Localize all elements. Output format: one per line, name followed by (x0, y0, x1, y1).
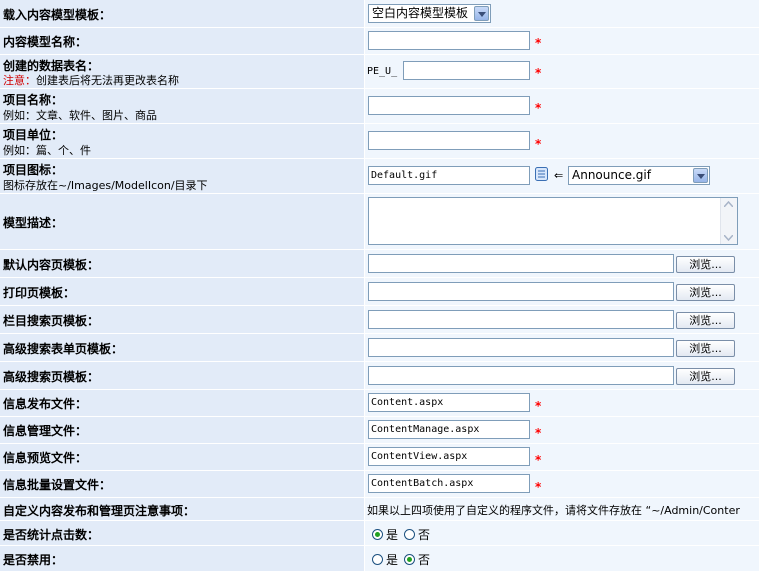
click-count-yes-radio[interactable] (372, 529, 383, 540)
chevron-down-icon (474, 6, 489, 21)
chevron-down-icon (693, 168, 708, 183)
table-name-input[interactable] (403, 61, 530, 80)
disabled-yes-radio[interactable] (372, 554, 383, 565)
icon-select[interactable]: Announce.gif (568, 166, 710, 185)
required-mark: * (535, 399, 542, 413)
label-load-template: 载入内容模型模板： (3, 8, 112, 22)
row-publish-file: 信息发布文件： Content.aspx * (0, 390, 759, 417)
label-manage-file: 信息管理文件： (3, 424, 88, 438)
label-disabled: 是否禁用： (3, 553, 64, 567)
label-item-unit: 项目单位： (3, 128, 64, 142)
row-custom-note: 自定义内容发布和管理页注意事项： 如果以上四项使用了自定义的程序文件，请将文件存… (0, 498, 759, 521)
row-default-template: 默认内容页模板： 浏览... (0, 250, 759, 278)
label-advanced-search-template: 高级搜索页模板： (3, 370, 100, 384)
row-template: 载入内容模型模板： 空白内容模型模板 (0, 0, 759, 28)
row-manage-file: 信息管理文件： ContentManage.aspx * (0, 417, 759, 444)
model-name-input[interactable] (368, 31, 530, 50)
browse-button[interactable]: 浏览... (676, 368, 735, 385)
preview-file-input[interactable]: ContentView.aspx (368, 447, 530, 466)
scroll-down-icon[interactable] (724, 235, 733, 241)
label-click-count: 是否统计点击数： (3, 528, 100, 542)
row-advanced-search-template: 高级搜索页模板： 浏览... (0, 362, 759, 390)
row-model-name: 内容模型名称： * (0, 28, 759, 55)
disabled-no-radio[interactable] (404, 554, 415, 565)
row-table-name: 创建的数据表名： 注意：创建表后将无法再更改表名称 PE_U_ * (0, 55, 759, 89)
label-publish-file: 信息发布文件： (3, 397, 88, 411)
description-textarea[interactable] (368, 197, 738, 245)
row-batch-file: 信息批量设置文件： ContentBatch.aspx * (0, 471, 759, 498)
advanced-search-form-template-input[interactable] (368, 338, 674, 357)
item-name-example: 例如：文章、软件、图片、商品 (3, 109, 157, 122)
required-mark: * (535, 66, 542, 80)
required-mark: * (535, 101, 542, 115)
row-click-count: 是否统计点击数： 是 否 (0, 521, 759, 546)
required-mark: * (535, 137, 542, 151)
row-column-search-template: 栏目搜索页模板： 浏览... (0, 306, 759, 334)
click-count-no-radio[interactable] (404, 529, 415, 540)
row-disabled: 是否禁用： 是 否 (0, 546, 759, 572)
row-advanced-search-form-template: 高级搜索表单页模板： 浏览... (0, 334, 759, 362)
custom-note-text: 如果以上四项使用了自定义的程序文件，请将文件存放在 “~/Admin/Conte… (367, 504, 740, 517)
browse-button[interactable]: 浏览... (676, 284, 735, 301)
table-prefix: PE_U_ (367, 66, 398, 77)
item-icon-hint: 图标存放在~/Images/ModelIcon/目录下 (3, 179, 208, 192)
click-count-no-label: 否 (418, 528, 431, 542)
disabled-no-label: 否 (418, 553, 431, 567)
row-item-icon: 项目图标： 图标存放在~/Images/ModelIcon/目录下 Defaul… (0, 159, 759, 194)
label-default-template: 默认内容页模板： (3, 258, 100, 272)
item-name-input[interactable] (368, 96, 530, 115)
manage-file-input[interactable]: ContentManage.aspx (368, 420, 530, 439)
row-print-template: 打印页模板： 浏览... (0, 278, 759, 306)
item-unit-example: 例如：篇、个、件 (3, 144, 91, 157)
required-mark: * (535, 480, 542, 494)
label-item-name: 项目名称： (3, 93, 64, 107)
column-search-template-input[interactable] (368, 310, 674, 329)
required-mark: * (535, 453, 542, 467)
row-description: 模型描述： (0, 194, 759, 250)
required-mark: * (535, 36, 542, 50)
label-item-icon: 项目图标： (3, 163, 64, 177)
template-select[interactable]: 空白内容模型模板 (368, 4, 491, 23)
label-preview-file: 信息预览文件： (3, 451, 88, 465)
batch-file-input[interactable]: ContentBatch.aspx (368, 474, 530, 493)
label-print-template: 打印页模板： (3, 286, 76, 300)
browse-button[interactable]: 浏览... (676, 256, 735, 273)
row-preview-file: 信息预览文件： ContentView.aspx * (0, 444, 759, 471)
label-description: 模型描述： (3, 216, 64, 230)
icon-input[interactable]: Default.gif (368, 166, 530, 185)
advanced-search-template-input[interactable] (368, 366, 674, 385)
scrollbar[interactable] (720, 198, 737, 244)
required-mark: * (535, 426, 542, 440)
arrow-left-icon: ⇐ (554, 169, 564, 182)
list-icon[interactable] (535, 167, 549, 182)
browse-button[interactable]: 浏览... (676, 340, 735, 357)
print-template-input[interactable] (368, 282, 674, 301)
row-item-unit: 项目单位： 例如：篇、个、件 * (0, 124, 759, 159)
table-name-note: 注意：创建表后将无法再更改表名称 (3, 74, 179, 87)
label-custom-note: 自定义内容发布和管理页注意事项： (3, 504, 196, 518)
label-batch-file: 信息批量设置文件： (3, 478, 112, 492)
label-advanced-search-form-template: 高级搜索表单页模板： (3, 342, 124, 356)
publish-file-input[interactable]: Content.aspx (368, 393, 530, 412)
click-count-yes-label: 是 (386, 528, 399, 542)
label-model-name: 内容模型名称： (3, 35, 88, 49)
label-column-search-template: 栏目搜索页模板： (3, 314, 100, 328)
scroll-up-icon[interactable] (724, 201, 733, 207)
browse-button[interactable]: 浏览... (676, 312, 735, 329)
row-item-name: 项目名称： 例如：文章、软件、图片、商品 * (0, 89, 759, 124)
content-model-form: 载入内容模型模板： 空白内容模型模板 内容模型名称： * 创建的数据表名： 注意… (0, 0, 759, 572)
disabled-yes-label: 是 (386, 553, 399, 567)
default-template-input[interactable] (368, 254, 674, 273)
item-unit-input[interactable] (368, 131, 530, 150)
